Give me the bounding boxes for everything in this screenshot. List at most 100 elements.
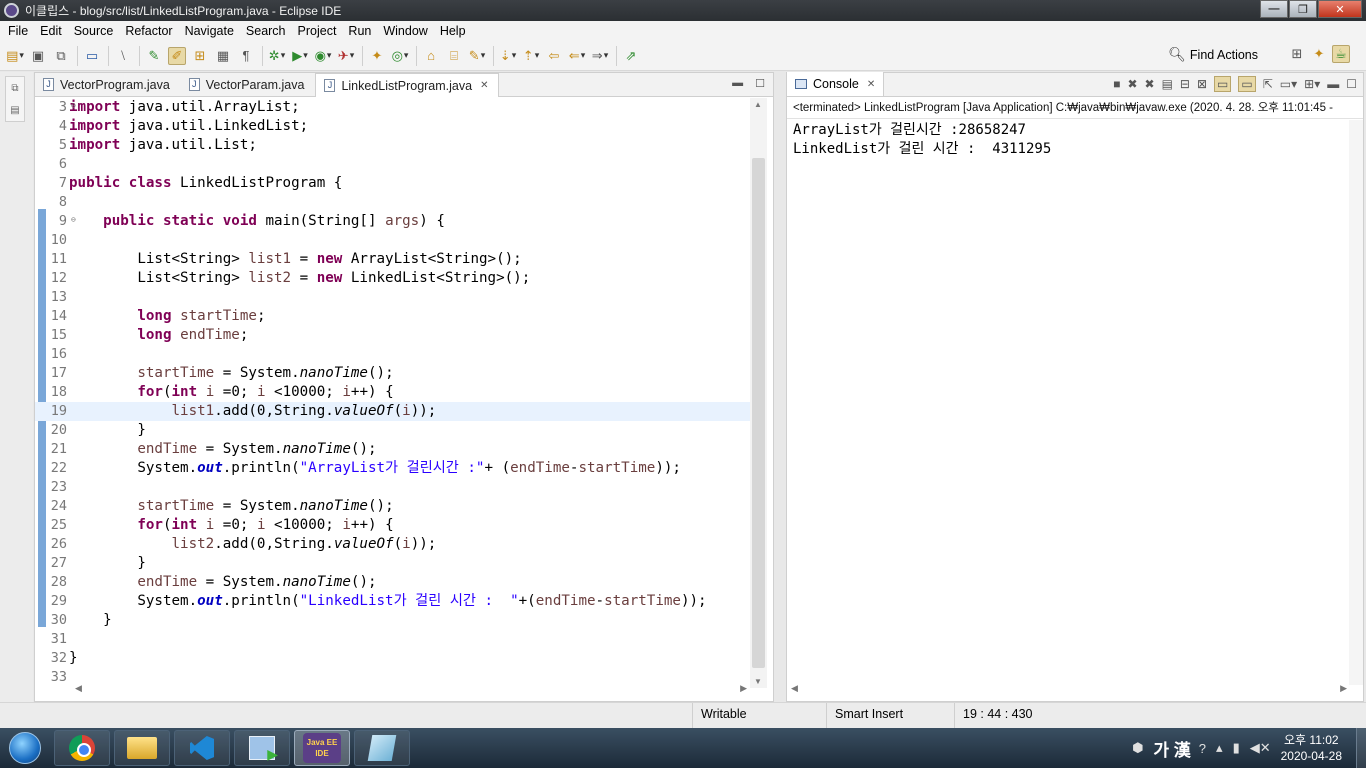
menu-refactor[interactable]: Refactor [119, 24, 178, 38]
open-perspective-icon[interactable]: ⊞ [1288, 45, 1306, 63]
ime-mode[interactable]: 가 漢 [1153, 736, 1190, 761]
mark-occurrences-icon[interactable]: ✐ [168, 46, 186, 65]
save-all-icon[interactable]: ⧉ [52, 47, 70, 65]
remove-launch-icon[interactable]: ✖ [1127, 77, 1137, 91]
scroll-up-icon[interactable]: ▲ [754, 100, 762, 109]
pin-editor-icon[interactable]: ⇗ [622, 47, 640, 65]
display-console-icon[interactable]: ▭▾ [1280, 77, 1297, 91]
java-ee-perspective-icon[interactable]: ✦ [1310, 45, 1328, 63]
code-line: 20 } [50, 422, 146, 438]
restore-icon[interactable]: ⧉ [11, 83, 18, 94]
new-icon[interactable]: ▤ [6, 47, 24, 65]
menu-edit[interactable]: Edit [34, 24, 68, 38]
open-task-icon[interactable]: ⌸ [445, 47, 463, 65]
tab-vectorprogram[interactable]: J VectorProgram.java [35, 73, 181, 96]
scroll-thumb[interactable] [752, 158, 765, 668]
pilcrow-icon[interactable]: ¶ [237, 47, 255, 65]
scroll-left-icon[interactable]: ◀ [75, 683, 82, 697]
save-icon[interactable]: ▣ [29, 47, 47, 65]
show-desktop-button[interactable] [1356, 728, 1366, 768]
taskbar-chrome[interactable] [54, 730, 110, 766]
external-tools-icon[interactable]: ✈ [337, 47, 355, 65]
last-edit-icon[interactable]: ⇦ [545, 47, 563, 65]
new-java-project-icon[interactable]: ✦ [368, 47, 386, 65]
help-icon[interactable]: ? [1199, 741, 1206, 756]
pin-console-icon[interactable]: ⇱ [1263, 77, 1273, 91]
find-actions[interactable]: 🔍︎ Find Actions [1168, 46, 1258, 63]
code-line: 8 [58, 194, 67, 210]
menu-project[interactable]: Project [292, 24, 343, 38]
taskbar-vscode[interactable] [174, 730, 230, 766]
search-icon: 🔍︎ [1168, 46, 1186, 62]
eclipse-app-icon[interactable] [4, 3, 19, 18]
menu-window[interactable]: Window [377, 24, 433, 38]
show-on-stdout-icon[interactable]: ▭ [1214, 76, 1232, 92]
menu-help[interactable]: Help [434, 24, 472, 38]
start-button[interactable] [0, 728, 50, 768]
clear-console-icon[interactable]: ▤ [1162, 77, 1173, 91]
search-tool-icon[interactable]: ✎ [468, 47, 486, 65]
code-area[interactable]: 3import java.util.ArrayList; 4import jav… [35, 98, 751, 686]
maximize-pane-icon[interactable]: ☐ [755, 77, 765, 90]
scroll-right-icon[interactable]: ▶ [740, 683, 747, 697]
editor-vertical-scrollbar[interactable]: ▲ ▼ [750, 98, 767, 688]
java-perspective-icon[interactable]: ☕ [1332, 45, 1350, 63]
scroll-down-icon[interactable]: ▼ [754, 677, 762, 686]
menu-search[interactable]: Search [240, 24, 292, 38]
minimize-button[interactable]: — [1260, 0, 1288, 18]
package-explorer-icon[interactable]: ▤ [10, 105, 19, 116]
console-output[interactable]: ArrayList가 걸린시간 :28658247 LinkedList가 걸린… [787, 119, 1363, 159]
tab-console[interactable]: Console ✕ [787, 72, 885, 96]
next-annotation-icon[interactable]: ⇣ [499, 47, 517, 65]
close-tab-icon[interactable]: ✕ [480, 80, 488, 91]
toggle-block-icon[interactable]: ⊞ [191, 47, 209, 65]
taskbar-eclipse[interactable]: Java EE IDE [294, 730, 350, 766]
debug-icon[interactable]: ✲ [268, 47, 286, 65]
status-cursor-position[interactable]: 19 : 44 : 430 [954, 703, 1080, 728]
taskbar-project-runner[interactable] [234, 730, 290, 766]
menu-run[interactable]: Run [342, 24, 377, 38]
previous-annotation-icon[interactable]: ⇡ [522, 47, 540, 65]
menu-source[interactable]: Source [68, 24, 120, 38]
clock[interactable]: 오후 11:02 2020-04-28 [1281, 732, 1342, 764]
volume-muted-icon[interactable]: ◀✕ [1250, 740, 1271, 756]
tab-linkedlistprogram[interactable]: J LinkedListProgram.java ✕ [315, 73, 500, 97]
console-horizontal-scrollbar[interactable]: ◀ ▶ [791, 683, 1347, 697]
forward-icon[interactable]: ⇒ [591, 47, 609, 65]
editor-horizontal-scrollbar[interactable]: ◀ ▶ [75, 683, 747, 697]
terminal-icon[interactable]: ▭ [83, 47, 101, 65]
console-vertical-scrollbar[interactable] [1349, 120, 1363, 685]
taskbar-notes[interactable] [354, 730, 410, 766]
new-class-icon[interactable]: ◎ [391, 47, 409, 65]
ime-status-icon[interactable]: ⬢ [1132, 740, 1143, 756]
minimize-console-icon[interactable]: ▬ [1327, 77, 1339, 91]
open-console-icon[interactable]: ⊞▾ [1304, 77, 1320, 91]
word-wrap-icon[interactable]: ⊠ [1197, 77, 1207, 91]
coverage-icon[interactable]: ◉ [314, 47, 332, 65]
terminate-icon[interactable]: ■ [1113, 77, 1120, 91]
run-icon[interactable]: ▶ [291, 47, 309, 65]
open-type-icon[interactable]: ✎ [145, 47, 163, 65]
remove-all-launches-icon[interactable]: ✖ [1145, 77, 1155, 91]
close-button[interactable]: ✕ [1318, 0, 1362, 18]
status-insert-mode[interactable]: Smart Insert [826, 703, 954, 728]
open-type-folder-icon[interactable]: ⌂ [422, 47, 440, 65]
network-icon[interactable]: ▮ [1233, 740, 1240, 756]
scroll-right-icon[interactable]: ▶ [1340, 683, 1347, 697]
tab-vectorparam[interactable]: J VectorParam.java [181, 73, 316, 96]
maximize-console-icon[interactable]: ☐ [1346, 77, 1357, 91]
scroll-lock-icon[interactable]: ⊟ [1180, 77, 1190, 91]
skip-breakpoints-icon[interactable]: ⧵ [114, 47, 132, 65]
show-whitespace-icon[interactable]: ▦ [214, 47, 232, 65]
show-hidden-icons[interactable]: ▴ [1216, 740, 1223, 756]
show-on-stderr-icon[interactable]: ▭ [1238, 76, 1256, 92]
scroll-left-icon[interactable]: ◀ [791, 683, 798, 697]
minimize-pane-icon[interactable]: ▬ [732, 77, 743, 90]
menu-file[interactable]: File [2, 24, 34, 38]
taskbar-explorer[interactable] [114, 730, 170, 766]
back-icon[interactable]: ⇐ [568, 47, 586, 65]
maximize-button[interactable]: ❐ [1289, 0, 1317, 18]
menu-navigate[interactable]: Navigate [179, 24, 240, 38]
close-console-icon[interactable]: ✕ [867, 79, 875, 90]
main-toolbar: ▤ ▣ ⧉ ▭ ⧵ ✎ ✐ ⊞ ▦ ¶ ✲ ▶ ◉ ✈ ✦ ◎ ⌂ ⌸ ✎ ⇣ … [0, 41, 1366, 71]
